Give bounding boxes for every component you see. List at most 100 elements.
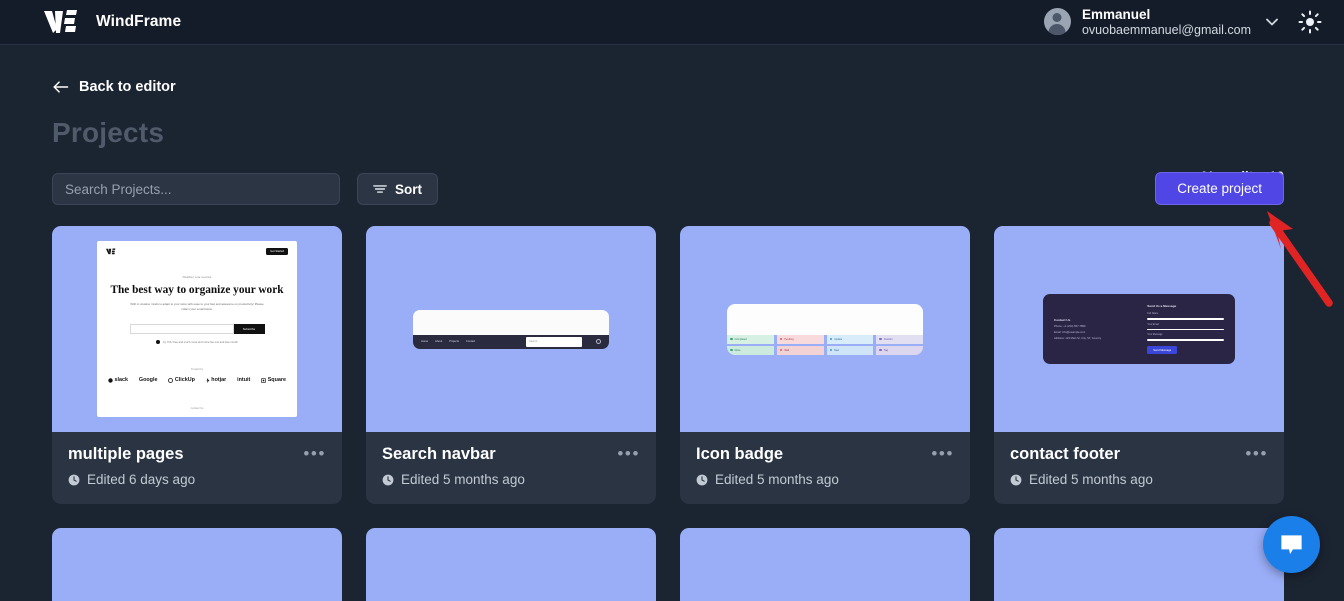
- more-horizontal-icon[interactable]: •••: [1245, 445, 1268, 462]
- badge-item: Done: [727, 345, 774, 355]
- badge-column: Completed Done: [727, 334, 774, 355]
- brand-label: hotjar: [211, 377, 227, 384]
- navbar-search-field: Search...: [526, 336, 582, 347]
- badges-mockup-row: Completed Done Pending Wait Update New C…: [727, 334, 923, 355]
- badge-item: Wait: [776, 345, 824, 355]
- user-info: Emmanuel ovuobaemmanuel@gmail.com: [1082, 7, 1251, 38]
- project-thumbnail: [52, 528, 342, 601]
- badge-label: Completed: [734, 337, 747, 341]
- clock-icon: [1010, 474, 1022, 486]
- top-navigation-bar: WindFrame Emmanuel ovuobaemmanuel@gmail.…: [0, 0, 1344, 45]
- project-card-footer: Icon badge ••• Edited 5 months ago: [680, 432, 970, 504]
- badge-item: Custom: [876, 334, 923, 344]
- create-project-button[interactable]: Create project: [1155, 172, 1284, 205]
- project-edited-label: Edited 5 months ago: [715, 472, 839, 488]
- windframe-logo-icon: [44, 10, 77, 33]
- mockup-headline: The best way to organize your work: [110, 284, 284, 297]
- landing-page-mockup: Get Started Number one source The best w…: [97, 241, 297, 417]
- badge-item: Tag: [876, 345, 923, 355]
- badge-item: Update: [826, 334, 874, 344]
- project-card-footer: Search navbar ••• Edited 5 months ago: [366, 432, 656, 504]
- project-title: Icon badge: [696, 445, 784, 463]
- project-card[interactable]: Home About Projects Contact Search... Se…: [366, 226, 656, 505]
- project-meta: Edited 6 days ago: [68, 472, 326, 487]
- user-email: ovuobaemmanuel@gmail.com: [1081, 22, 1251, 37]
- contact-info-line: Email: info@example.com: [1054, 331, 1086, 334]
- project-card-header: Icon badge •••: [696, 445, 954, 463]
- project-card[interactable]: [366, 528, 656, 601]
- sort-label: Sort: [395, 181, 422, 197]
- project-edited-label: Edited 5 months ago: [1029, 472, 1153, 488]
- user-account-menu[interactable]: Emmanuel ovuobaemmanuel@gmail.com: [1043, 7, 1282, 38]
- badge-label: Tag: [883, 348, 888, 352]
- project-card[interactable]: [680, 528, 970, 601]
- brand-logo-intuit: intuit: [237, 377, 251, 384]
- project-card[interactable]: [994, 528, 1284, 601]
- back-to-editor-label: Back to editor: [79, 79, 176, 95]
- project-meta: Edited 5 months ago: [696, 472, 954, 487]
- sort-button[interactable]: Sort: [357, 173, 438, 205]
- square-icon: [261, 377, 267, 383]
- projects-toolbar: Sort Create project: [52, 172, 1284, 205]
- contact-footer-mockup: Contact Us Phone: +1 (234) 567-7890 Emai…: [1043, 294, 1235, 364]
- badges-mockup: Completed Done Pending Wait Update New C…: [727, 303, 923, 355]
- sun-icon[interactable]: [1298, 10, 1322, 34]
- badge-label: Pending: [784, 337, 794, 341]
- back-to-editor-link[interactable]: Back to editor: [52, 79, 176, 95]
- mockup-brand-logos: slack Google ClickUp hotjar intuit Squar…: [106, 377, 288, 383]
- clock-icon: [696, 474, 708, 486]
- chevron-down-icon[interactable]: [1262, 12, 1282, 32]
- badge-column: Custom Tag: [876, 334, 923, 355]
- more-horizontal-icon[interactable]: •••: [617, 445, 640, 462]
- brand-logo-square: Square: [261, 377, 286, 383]
- clock-icon: [68, 474, 80, 486]
- contact-info-line: Phone: +1 (234) 567-7890: [1054, 325, 1086, 328]
- project-card-header: contact footer •••: [1010, 445, 1268, 463]
- brand-label: Square: [267, 377, 286, 384]
- project-title: multiple pages: [68, 445, 184, 463]
- brand-logo-google: Google: [138, 377, 158, 384]
- project-title: Search navbar: [382, 445, 496, 463]
- contact-form-label: Full Name: [1147, 312, 1159, 315]
- project-card-header: multiple pages •••: [68, 445, 326, 463]
- project-title: contact footer: [1010, 445, 1121, 463]
- more-horizontal-icon[interactable]: •••: [931, 445, 954, 462]
- contact-form-label: Your Message: [1147, 333, 1163, 337]
- project-card-footer: contact footer ••• Edited 5 months ago: [994, 432, 1284, 504]
- project-thumbnail: [994, 528, 1284, 601]
- projects-grid-row-2: [52, 528, 1284, 601]
- brand-logo-hotjar: hotjar: [206, 377, 226, 383]
- brand-name: WindFrame: [96, 13, 182, 30]
- project-meta: Edited 5 months ago: [382, 472, 640, 487]
- badge-item: Completed: [727, 334, 774, 344]
- mockup-trust-label: Trusted by: [190, 368, 204, 372]
- project-card-footer: multiple pages ••• Edited 6 days ago: [52, 432, 342, 504]
- contact-info-line: Address: 123 Main St, City, ST, Country: [1054, 337, 1102, 340]
- project-edited-label: Edited 5 months ago: [401, 472, 525, 488]
- navbar-item: Contact: [465, 340, 476, 343]
- project-card[interactable]: [52, 528, 342, 601]
- contact-info-title: Contact Us: [1054, 318, 1071, 322]
- project-thumbnail: Get Started Number one source The best w…: [52, 226, 342, 432]
- brand-logo-group[interactable]: WindFrame: [44, 9, 181, 35]
- more-horizontal-icon[interactable]: •••: [303, 445, 326, 462]
- project-card[interactable]: Completed Done Pending Wait Update New C…: [680, 226, 970, 505]
- arrow-left-icon: [53, 81, 69, 93]
- badge-item: Pending: [776, 334, 824, 344]
- chat-support-button[interactable]: [1263, 516, 1320, 573]
- search-input[interactable]: [52, 173, 340, 205]
- contact-form-input: [1147, 318, 1224, 320]
- project-card[interactable]: Contact Us Phone: +1 (234) 567-7890 Emai…: [994, 226, 1284, 505]
- contact-form-title: Send Us a Message: [1147, 304, 1177, 308]
- badge-column: Pending Wait: [776, 334, 824, 355]
- chat-bubble-icon: [1281, 535, 1302, 555]
- mockup-subtext: With in creative minds to adapt to your …: [130, 302, 264, 311]
- badges-mockup-top: [727, 303, 923, 335]
- mockup-signup-form: Subscribe: [106, 324, 288, 335]
- project-thumbnail: Contact Us Phone: +1 (234) 567-7890 Emai…: [994, 226, 1284, 432]
- brand-logo-clickup: ClickUp: [168, 377, 195, 383]
- topbar-right-group: Emmanuel ovuobaemmanuel@gmail.com: [1043, 7, 1322, 38]
- project-card[interactable]: Get Started Number one source The best w…: [52, 226, 342, 505]
- project-thumbnail: Home About Projects Contact Search...: [366, 226, 656, 432]
- mockup-note-text: by YOU free and much more and more fee o…: [163, 340, 238, 344]
